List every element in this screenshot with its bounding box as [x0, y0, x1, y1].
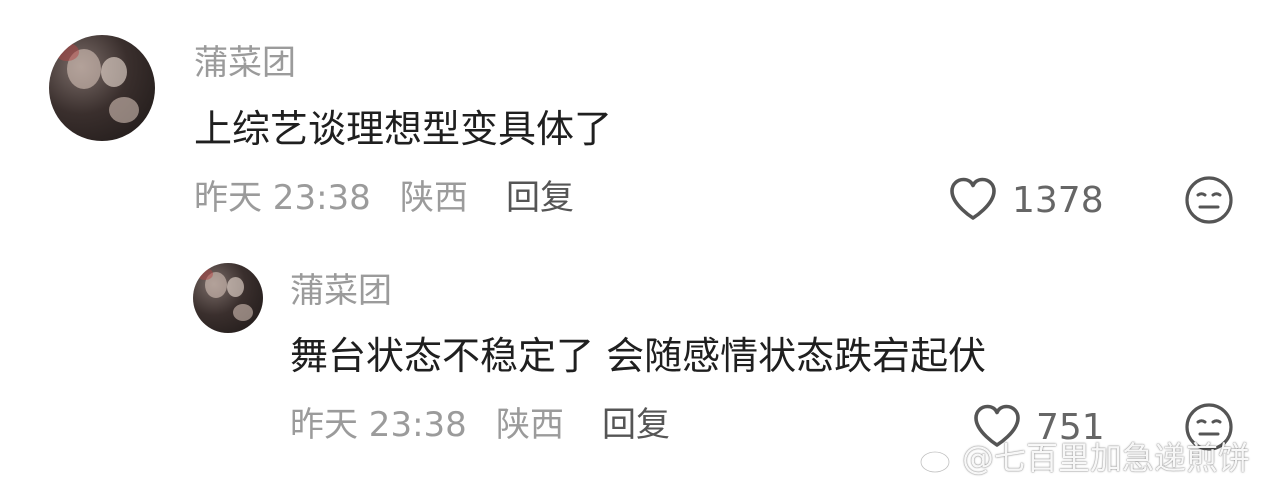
reply-button[interactable]: 回复	[506, 181, 574, 215]
watermark: @七百里加急递煎饼	[918, 440, 1250, 476]
username[interactable]: 蒲菜团	[290, 274, 392, 308]
reply-text: 舞台状态不稳定了 会随感情状态跌宕起伏	[290, 334, 987, 378]
watermark-text: @七百里加急递煎饼	[962, 439, 1251, 477]
avatar[interactable]	[193, 263, 263, 333]
reply-time: 昨天 23:38	[290, 405, 467, 445]
heart-outline-icon[interactable]	[948, 176, 998, 222]
weibo-logo-icon	[919, 444, 955, 474]
comment-location: 陕西	[400, 178, 468, 218]
comment-time: 昨天 23:38	[194, 178, 371, 218]
avatar[interactable]	[49, 35, 155, 141]
username[interactable]: 蒲菜团	[194, 46, 296, 80]
comment-text: 上综艺谈理想型变具体了	[194, 107, 613, 151]
like-count: 1378	[1012, 180, 1104, 221]
reply-location: 陕西	[496, 405, 564, 445]
reply-button[interactable]: 回复	[602, 408, 670, 442]
neutral-face-icon[interactable]	[1184, 175, 1234, 225]
